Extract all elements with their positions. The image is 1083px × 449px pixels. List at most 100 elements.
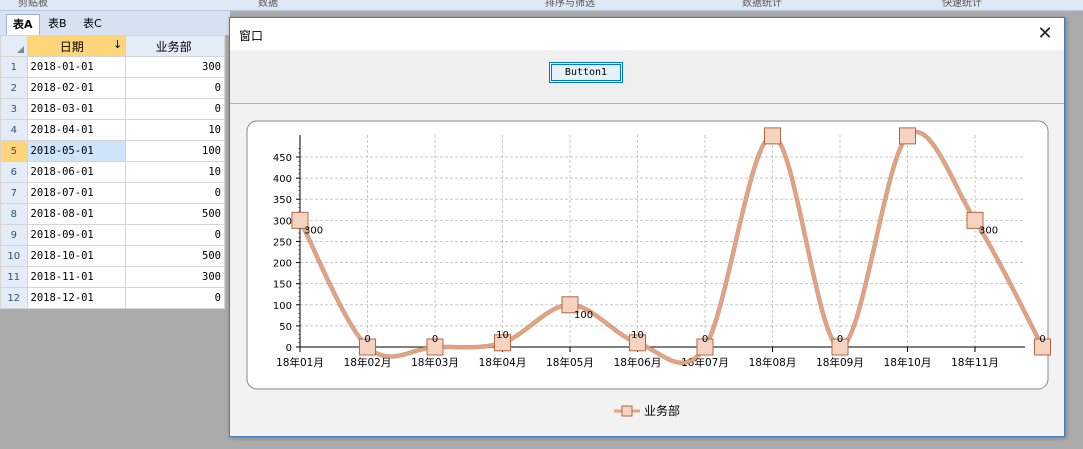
separator bbox=[230, 103, 1064, 104]
date-cell[interactable]: 2018-03-01 bbox=[26, 98, 127, 120]
data-label: 300 bbox=[979, 225, 998, 236]
grid-body: 1 2018-01-01 300 2 2018-02-01 0 3 2018-03-01 0 4 2… bbox=[0, 56, 225, 309]
row-number[interactable]: 7 bbox=[0, 182, 28, 204]
y-tick-label: 300 bbox=[273, 216, 292, 227]
chart-area: 0 50 100 150 200 250 300 350 400 450 18年01月 18年02月 1… bbox=[230, 105, 1064, 436]
table-row[interactable]: 12 2018-12-01 0 bbox=[0, 287, 225, 309]
button1[interactable]: Button1 bbox=[549, 62, 623, 83]
value-cell[interactable]: 0 bbox=[125, 224, 225, 246]
value-cell[interactable]: 10 bbox=[125, 161, 225, 183]
row-number[interactable]: 11 bbox=[0, 266, 28, 288]
y-tick-label: 450 bbox=[273, 153, 292, 164]
table-row[interactable]: 5 2018-05-01 100 bbox=[0, 140, 225, 162]
data-label: 0 bbox=[1039, 334, 1045, 345]
y-tick-label: 50 bbox=[279, 322, 292, 333]
value-cell[interactable]: 300 bbox=[125, 56, 225, 78]
date-cell[interactable]: 2018-08-01 bbox=[26, 203, 127, 225]
y-tick-label: 150 bbox=[273, 280, 292, 291]
sheet-tab-b[interactable]: 表B bbox=[42, 14, 73, 34]
data-label: 10 bbox=[631, 330, 644, 341]
data-label: 0 bbox=[837, 334, 843, 345]
ribbon-group-data: 数据 bbox=[258, 0, 278, 9]
table-row[interactable]: 6 2018-06-01 10 bbox=[0, 161, 225, 183]
legend-label: 业务部 bbox=[644, 403, 680, 418]
value-cell[interactable]: 0 bbox=[125, 182, 225, 204]
row-number[interactable]: 8 bbox=[0, 203, 28, 225]
date-cell[interactable]: 2018-05-01 bbox=[26, 140, 127, 162]
y-tick-label: 400 bbox=[273, 174, 292, 185]
column-header-date[interactable]: 日期 ↓ bbox=[26, 35, 127, 57]
x-tick-label: 18年10月 bbox=[884, 356, 932, 369]
value-cell[interactable]: 0 bbox=[125, 77, 225, 99]
value-cell[interactable]: 0 bbox=[125, 287, 225, 309]
x-tick-label: 18年06月 bbox=[614, 356, 662, 369]
y-tick-label: 0 bbox=[286, 343, 292, 354]
date-cell[interactable]: 2018-07-01 bbox=[26, 182, 127, 204]
table-row[interactable]: 3 2018-03-01 0 bbox=[0, 98, 225, 120]
x-tick-label: 18年04月 bbox=[479, 356, 527, 369]
table-row[interactable]: 2 2018-02-01 0 bbox=[0, 77, 225, 99]
data-label: 10 bbox=[496, 330, 509, 341]
table-row[interactable]: 1 2018-01-01 300 bbox=[0, 56, 225, 78]
data-grid[interactable]: 日期 ↓ 业务部 1 2018-01-01 300 2 2018-02-01 0 3 2018… bbox=[0, 35, 226, 309]
table-row[interactable]: 4 2018-04-01 10 bbox=[0, 119, 225, 141]
value-cell[interactable]: 100 bbox=[125, 140, 225, 162]
row-number[interactable]: 2 bbox=[0, 77, 28, 99]
data-point-marker bbox=[764, 127, 781, 145]
row-number[interactable]: 4 bbox=[0, 119, 28, 141]
sheet-tab-bar: 表A 表B 表C bbox=[0, 11, 230, 35]
row-number[interactable]: 3 bbox=[0, 98, 28, 120]
date-cell[interactable]: 2018-12-01 bbox=[26, 287, 127, 309]
table-row[interactable]: 7 2018-07-01 0 bbox=[0, 182, 225, 204]
date-cell[interactable]: 2018-10-01 bbox=[26, 245, 127, 267]
value-cell[interactable]: 500 bbox=[125, 203, 225, 225]
y-tick-label: 200 bbox=[273, 259, 292, 270]
value-cell[interactable]: 10 bbox=[125, 119, 225, 141]
x-tick-label: 18年11月 bbox=[951, 356, 999, 369]
data-label: 0 bbox=[702, 334, 708, 345]
row-number[interactable]: 12 bbox=[0, 287, 28, 309]
sheet-tab-c[interactable]: 表C bbox=[77, 14, 108, 34]
x-tick-label: 18年03月 bbox=[411, 356, 459, 369]
data-label: 0 bbox=[432, 334, 438, 345]
data-label: 300 bbox=[304, 225, 323, 236]
date-cell[interactable]: 2018-04-01 bbox=[26, 119, 127, 141]
column-header-dept[interactable]: 业务部 bbox=[125, 35, 225, 57]
date-cell[interactable]: 2018-09-01 bbox=[26, 224, 127, 246]
ribbon-group-clipboard: 剪贴板 bbox=[18, 0, 48, 9]
table-row[interactable]: 8 2018-08-01 500 bbox=[0, 203, 225, 225]
table-row[interactable]: 11 2018-11-01 300 bbox=[0, 266, 225, 288]
row-number[interactable]: 10 bbox=[0, 245, 28, 267]
select-all-corner[interactable] bbox=[0, 35, 28, 57]
chart-window: 窗口 ✕ Button1 0 50 100 150 200 250 300 350 400 450… bbox=[229, 17, 1065, 437]
legend-swatch-marker bbox=[621, 405, 633, 417]
row-number[interactable]: 5 bbox=[0, 140, 28, 162]
row-number[interactable]: 6 bbox=[0, 161, 28, 183]
value-cell[interactable]: 0 bbox=[125, 98, 225, 120]
window-title: 窗口 bbox=[239, 29, 264, 43]
ribbon-group-quick-stats: 快速统计 bbox=[942, 0, 982, 9]
date-cell[interactable]: 2018-06-01 bbox=[26, 161, 127, 183]
x-tick-label: 18年01月 bbox=[276, 356, 324, 369]
table-row[interactable]: 9 2018-09-01 0 bbox=[0, 224, 225, 246]
value-cell[interactable]: 500 bbox=[125, 245, 225, 267]
ribbon-group-sort-filter: 排序与筛选 bbox=[545, 0, 595, 9]
row-number[interactable]: 1 bbox=[0, 56, 28, 78]
x-tick-label: 18年09月 bbox=[816, 356, 864, 369]
date-cell[interactable]: 2018-02-01 bbox=[26, 77, 127, 99]
date-cell[interactable]: 2018-11-01 bbox=[26, 266, 127, 288]
table-row[interactable]: 10 2018-10-01 500 bbox=[0, 245, 225, 267]
row-number[interactable]: 9 bbox=[0, 224, 28, 246]
window-titlebar[interactable]: 窗口 ✕ bbox=[230, 18, 1064, 50]
line-chart: 05010015020025030035040045018年01月 18年02月 1… bbox=[246, 120, 1051, 418]
sheet-tab-a[interactable]: 表A bbox=[6, 14, 40, 35]
y-tick-label: 350 bbox=[273, 195, 292, 206]
sort-descending-icon[interactable]: ↓ bbox=[113, 38, 122, 51]
y-tick-label: 100 bbox=[273, 301, 292, 312]
x-tick-label: 18年08月 bbox=[749, 356, 797, 369]
value-cell[interactable]: 300 bbox=[125, 266, 225, 288]
close-icon[interactable]: ✕ bbox=[1032, 21, 1058, 47]
ribbon-group-statistics: 数据统计 bbox=[742, 0, 782, 9]
date-cell[interactable]: 2018-01-01 bbox=[26, 56, 127, 78]
ribbon-strip: 剪贴板 数据 排序与筛选 数据统计 快速统计 bbox=[0, 0, 1083, 11]
